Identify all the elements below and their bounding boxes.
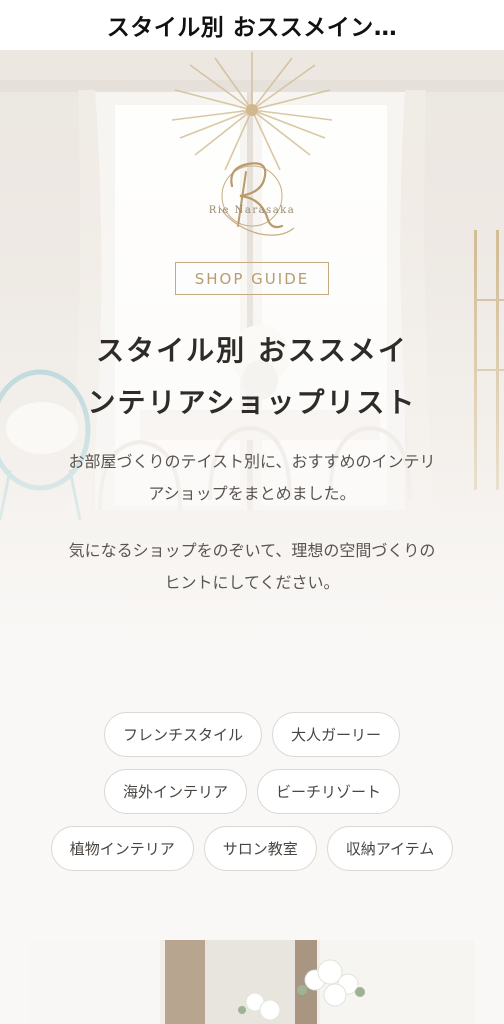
tag-plant-interior[interactable]: 植物インテリア xyxy=(50,826,194,871)
hero-section: Rie Narasaka SHOP GUIDE スタイル別 おススメイ ンテリア… xyxy=(0,50,504,670)
tag-beach-resort[interactable]: ビーチリゾート xyxy=(257,769,401,814)
brand-logo-mark xyxy=(219,162,295,236)
intro-paragraph-2-line-2: ヒントにしてください。 xyxy=(164,573,340,592)
page-title: スタイル別 おススメイ ンテリアショップリスト xyxy=(20,325,484,429)
page-header: スタイル別 おススメイン… xyxy=(0,0,504,50)
tag-salon-class[interactable]: サロン教室 xyxy=(203,826,317,871)
page-header-title: スタイル別 おススメイン… xyxy=(106,15,398,41)
intro-paragraph-1: お部屋づくりのテイスト別に、おすすめのインテリ アショップをまとめました。 xyxy=(32,446,472,510)
intro-paragraph-2-line-1: 気になるショップをのぞいて、理想の空間づくりの xyxy=(68,541,436,560)
tag-storage-items[interactable]: 収納アイテム xyxy=(326,826,454,871)
intro-paragraph-1-line-1: お部屋づくりのテイスト別に、おすすめのインテリ xyxy=(68,452,436,471)
brand-logo-text: Rie Narasaka xyxy=(208,205,296,216)
shop-guide-badge: SHOP GUIDE xyxy=(175,262,329,295)
style-tag-list: フレンチスタイル 大人ガーリー 海外インテリア ビーチリゾート 植物インテリア … xyxy=(30,712,474,871)
tag-adult-girly[interactable]: 大人ガーリー xyxy=(272,712,401,757)
intro-paragraph-1-line-2: アショップをまとめました。 xyxy=(148,484,356,503)
shop-card-photo xyxy=(30,940,474,1024)
page-title-line-2: ンテリアショップリスト xyxy=(87,386,417,419)
tag-french-style[interactable]: フレンチスタイル xyxy=(103,712,262,757)
page-title-line-1: スタイル別 おススメイ xyxy=(96,334,408,367)
tag-overseas-interior[interactable]: 海外インテリア xyxy=(103,769,247,814)
intro-paragraph-2: 気になるショップをのぞいて、理想の空間づくりの ヒントにしてください。 xyxy=(32,535,472,599)
shop-card-image[interactable] xyxy=(30,940,474,1024)
